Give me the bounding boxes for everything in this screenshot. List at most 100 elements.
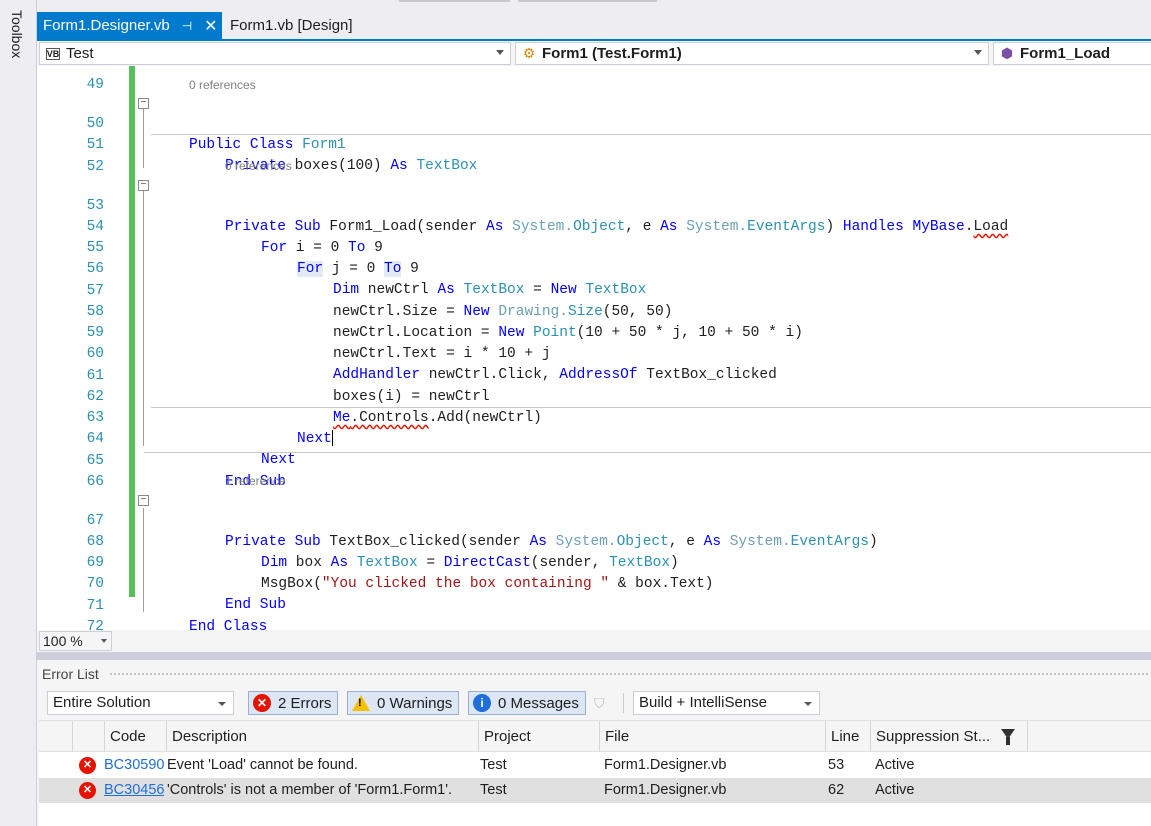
info-icon: i: [473, 694, 491, 712]
table-row[interactable]: ✕ BC30590 Event 'Load' cannot be found. …: [39, 753, 1151, 778]
collapse-toggle[interactable]: −: [138, 495, 149, 506]
error-icon: ✕: [253, 694, 271, 712]
code-editor[interactable]: 49 0 references 50 Public Class Form1 − …: [37, 66, 1151, 630]
codelens-references[interactable]: 0 references: [225, 159, 292, 173]
code-line: 50 Public Class Form1: [37, 93, 1151, 153]
class-name: Form1 (Test.Form1): [542, 45, 682, 62]
class-dropdown[interactable]: ⚙ Form1 (Test.Form1): [515, 42, 989, 65]
build-source-dropdown[interactable]: Build + IntelliSense: [633, 691, 820, 715]
error-suppression: Active: [875, 782, 915, 798]
navigation-bar: VB Test ⚙ Form1 (Test.Form1) ⬢ Form1_Loa…: [37, 41, 1151, 66]
collapse-toggle[interactable]: −: [138, 180, 149, 191]
code-line: 57 newCtrl.Size = New Drawing.Size(50, 5…: [37, 260, 1151, 320]
collapse-toggle[interactable]: −: [138, 98, 149, 109]
code-line: 64 Next: [37, 408, 1151, 468]
vb-project-icon: VB: [46, 47, 60, 60]
error-icon: ✕: [79, 757, 96, 774]
code-line: 70 End Sub: [37, 553, 1151, 613]
toolbar-separator: [623, 693, 624, 713]
method-icon: ⬢: [1000, 45, 1014, 61]
errors-filter-button[interactable]: ✕ 2 Errors: [248, 691, 339, 715]
chevron-down-icon: [804, 702, 812, 706]
error-line: 62: [828, 782, 845, 798]
codelens-references[interactable]: 1 reference: [225, 474, 286, 488]
clear-filter-icon[interactable]: ⛉: [594, 695, 614, 711]
project-dropdown[interactable]: VB Test: [39, 42, 511, 65]
code-line: 73: [37, 617, 1151, 630]
code-line: 55 For j = 0 To 9: [37, 217, 1151, 277]
error-file: Form1.Designer.vb: [604, 757, 727, 773]
tab-form1-design[interactable]: Form1.vb [Design]: [224, 12, 359, 39]
class-icon: ⚙: [522, 45, 536, 61]
code-line: 69 MsgBox("You clicked the box containin…: [37, 532, 1151, 592]
tab-form1-designer[interactable]: Form1.Designer.vb ⊣ ✕: [37, 12, 222, 39]
messages-label: 0 Messages: [498, 694, 579, 712]
chevron-down-icon: [101, 639, 107, 643]
code-line: 71 End Class: [37, 575, 1151, 630]
code-line: 60 AddHandler newCtrl.Click, AddressOf T…: [37, 323, 1151, 383]
code-line: 65 End Sub: [37, 430, 1151, 490]
pin-icon[interactable]: ⊣: [182, 19, 192, 33]
error-list-panel: Error List Entire Solution ✕ 2 Errors ! …: [37, 660, 1151, 826]
toolbox-strip[interactable]: Toolbox: [0, 0, 37, 826]
scope-dropdown[interactable]: Entire Solution: [47, 691, 234, 715]
panel-title: Error List: [42, 666, 99, 682]
code-line: 49: [37, 66, 1151, 93]
project-name: Test: [66, 45, 94, 62]
error-project: Test: [480, 782, 507, 798]
zoom-dropdown[interactable]: 100 %: [39, 631, 112, 651]
code-line: 58 newCtrl.Location = New Point(10 + 50 …: [37, 281, 1151, 341]
column-header-suppression[interactable]: Suppression St...: [870, 721, 1027, 752]
code-line: 67 Private Sub TextBox_clicked(sender As…: [37, 490, 1151, 550]
warnings-filter-button[interactable]: ! 0 Warnings: [347, 691, 460, 715]
top-toolbar-stub: [399, 0, 510, 2]
table-row[interactable]: ✕ BC30456 'Controls' is not a member of …: [39, 778, 1151, 803]
column-header-description[interactable]: Description: [166, 721, 478, 752]
column-header-spacer: [72, 721, 104, 752]
column-header-line[interactable]: Line: [825, 721, 870, 752]
chevron-down-icon: [496, 50, 504, 55]
error-code-link[interactable]: BC30590: [104, 753, 164, 778]
error-suppression: Active: [875, 757, 915, 773]
chevron-down-icon: [974, 50, 982, 55]
code-line: 62 Me.Controls.Add(newCtrl): [37, 366, 1151, 426]
drag-grip[interactable]: [109, 672, 1149, 677]
codelens-references[interactable]: 0 references: [189, 78, 256, 92]
errors-label: 2 Errors: [278, 694, 332, 712]
code-line: 68 Dim box As TextBox = DirectCast(sende…: [37, 511, 1151, 571]
column-header-code[interactable]: Code: [104, 721, 166, 752]
chevron-down-icon: [218, 702, 226, 706]
error-description: 'Controls' is not a member of 'Form1.For…: [167, 782, 453, 798]
error-file: Form1.Designer.vb: [604, 782, 727, 798]
member-name: Form1_Load: [1020, 45, 1111, 62]
top-toolbar-stub: [518, 0, 657, 2]
tab-label: Form1.vb [Design]: [230, 17, 353, 34]
error-code-link[interactable]: BC30456: [104, 778, 164, 803]
code-line: 54 For i = 0 To 9: [37, 196, 1151, 256]
panel-splitter[interactable]: [37, 652, 1151, 660]
tab-label: Form1.Designer.vb: [43, 17, 170, 34]
table-header: Code Description Project File Line Suppr…: [39, 720, 1151, 752]
filter-icon[interactable]: [1001, 729, 1015, 745]
document-tabs: Form1.Designer.vb ⊣ ✕ Form1.vb [Design]: [37, 12, 1151, 39]
close-icon[interactable]: ✕: [204, 16, 217, 36]
member-dropdown[interactable]: ⬢ Form1_Load: [993, 42, 1151, 65]
warnings-label: 0 Warnings: [377, 694, 453, 712]
code-line: 53 Private Sub Form1_Load(sender As Syst…: [37, 175, 1151, 235]
error-table: Code Description Project File Line Suppr…: [39, 720, 1151, 826]
code-line: 66: [37, 451, 1151, 490]
toolbox-label[interactable]: Toolbox: [9, 10, 25, 58]
build-source-value: Build + IntelliSense: [639, 694, 767, 711]
column-header-file[interactable]: File: [599, 721, 825, 752]
error-list-toolbar: Entire Solution ✕ 2 Errors ! 0 Warnings …: [37, 688, 1151, 718]
zoom-bar: 100 %: [37, 630, 1151, 652]
column-header-end: [1027, 721, 1033, 752]
code-line: 59 newCtrl.Text = i * 10 + j: [37, 302, 1151, 362]
column-header-suppression-label: Suppression St...: [876, 728, 991, 745]
code-line: 51 Private boxes(100) As TextBox: [37, 114, 1151, 174]
code-line: 52: [37, 136, 1151, 175]
messages-filter-button[interactable]: i 0 Messages: [468, 691, 586, 715]
warning-icon: !: [352, 695, 370, 711]
column-header-project[interactable]: Project: [478, 721, 599, 752]
error-icon: ✕: [79, 782, 96, 799]
